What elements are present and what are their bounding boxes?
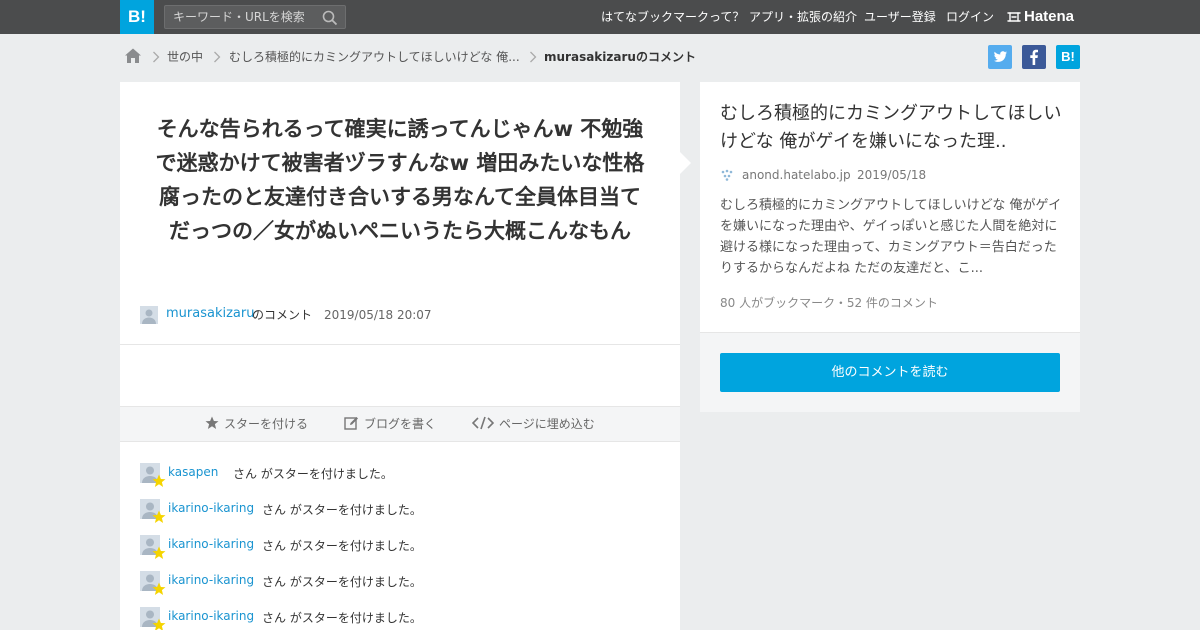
- comment-card: そんな告られるって確実に誘ってんじゃんw 不勉強で迷惑かけて被害者ヅラすんなw …: [120, 82, 680, 630]
- comment-timestamp[interactable]: 2019/05/18 20:07: [324, 305, 432, 325]
- entry-domain[interactable]: anond.hatelabo.jp: [742, 166, 851, 184]
- nav-about[interactable]: はてなブックマークって？: [601, 0, 744, 34]
- nav-apps[interactable]: アプリ・拡張の紹介: [749, 0, 857, 34]
- yellow-star-icon: [152, 618, 166, 630]
- yellow-star-icon: [152, 546, 166, 559]
- star-entry: ikarino-ikaring さん がスターを付けました。: [140, 499, 540, 523]
- entry-date: 2019/05/18: [857, 168, 927, 182]
- comment-author-suffix: のコメント: [252, 308, 313, 322]
- hatena-bookmark-logo[interactable]: B!: [120, 0, 154, 34]
- star-user-link[interactable]: ikarino-ikaring: [168, 609, 254, 623]
- search-box: [164, 5, 346, 29]
- nav-register[interactable]: ユーザー登録: [864, 0, 936, 34]
- bookmark-count[interactable]: 80 人がブックマーク・52 件のコメント: [720, 294, 938, 311]
- entry-panel: むしろ積極的にカミングアウトしてほしいけどな 俺がゲイを嫌いになった理.. an…: [700, 82, 1080, 332]
- embed-label: ページに埋め込む: [499, 417, 595, 431]
- search-icon[interactable]: [322, 10, 338, 26]
- read-other-comments-button[interactable]: 他のコメントを読む: [720, 353, 1060, 392]
- star-user-link[interactable]: ikarino-ikaring: [168, 501, 254, 515]
- entry-panel-footer: 他のコメントを読む: [700, 332, 1080, 412]
- star-entry: kasapen さん がスターを付けました。: [140, 463, 540, 487]
- add-star-label: スターを付ける: [224, 417, 309, 431]
- star-icon: [205, 416, 219, 429]
- write-blog-button[interactable]: ブログを書く: [344, 415, 444, 433]
- breadcrumb-category[interactable]: 世の中: [167, 48, 203, 66]
- facebook-share-button[interactable]: [1022, 45, 1046, 69]
- entry-description: むしろ積極的にカミングアウトしてほしいけどな 俺がゲイを嫌いになった理由や、ゲイ…: [720, 198, 1062, 276]
- hatena-bookmark-share-button[interactable]: B!: [1056, 45, 1080, 69]
- pencil-icon: [344, 417, 358, 430]
- embed-button[interactable]: ページに埋め込む: [472, 415, 602, 433]
- twitter-icon: [994, 51, 1007, 62]
- user-silhouette-icon: [142, 309, 156, 324]
- yellow-star-icon: [152, 510, 166, 523]
- breadcrumb-entry[interactable]: むしろ積極的にカミングアウトしてほしいけどな 俺...: [229, 48, 520, 66]
- add-star-button[interactable]: スターを付ける: [205, 415, 315, 433]
- comment-author-link[interactable]: murasakizaru: [166, 304, 254, 324]
- yellow-star-icon: [152, 582, 166, 595]
- star-message: さん がスターを付けました。: [262, 575, 422, 589]
- breadcrumb-current: murasakizaruのコメント: [544, 50, 696, 64]
- favicon-icon: [721, 169, 733, 181]
- comment-body: そんな告られるって確実に誘ってんじゃんw 不勉強で迷惑かけて被害者ヅラすんなw …: [155, 117, 645, 243]
- search-input[interactable]: [173, 9, 313, 25]
- action-bar: スターを付ける ブログを書く ページに埋め込む: [120, 406, 680, 442]
- star-entry: ikarino-ikaring さん がスターを付けました。: [140, 535, 540, 559]
- star-user-link[interactable]: ikarino-ikaring: [168, 537, 254, 551]
- facebook-icon: [1030, 49, 1038, 65]
- chevron-right-icon: [153, 51, 160, 63]
- code-icon: [472, 416, 494, 430]
- twitter-share-button[interactable]: [988, 45, 1012, 69]
- chevron-right-icon: [530, 51, 537, 63]
- star-message: さん がスターを付けました。: [262, 611, 422, 625]
- chevron-right-icon: [214, 51, 221, 63]
- home-icon[interactable]: [124, 47, 142, 65]
- hatena-brand-label: Hatena: [1024, 8, 1075, 25]
- avatar[interactable]: [140, 306, 158, 324]
- divider: [120, 344, 680, 345]
- star-message: さん がスターを付けました。: [262, 539, 422, 553]
- entry-title[interactable]: むしろ積極的にカミングアウトしてほしいけどな 俺がゲイを嫌いになった理..: [720, 100, 1065, 156]
- star-user-link[interactable]: ikarino-ikaring: [168, 573, 254, 587]
- star-entry: ikarino-ikaring さん がスターを付けました。: [140, 571, 540, 595]
- star-user-link[interactable]: kasapen: [168, 465, 218, 479]
- nav-login[interactable]: ログイン: [946, 0, 994, 34]
- star-entry: ikarino-ikaring さん がスターを付けました。: [140, 607, 540, 630]
- panel-pointer: [680, 152, 691, 174]
- write-blog-label: ブログを書く: [364, 417, 437, 431]
- hatena-logo-icon: [1007, 12, 1021, 22]
- star-message: さん がスターを付けました。: [262, 503, 422, 517]
- star-message: さん がスターを付けました。: [233, 467, 393, 481]
- yellow-star-icon: [152, 474, 166, 487]
